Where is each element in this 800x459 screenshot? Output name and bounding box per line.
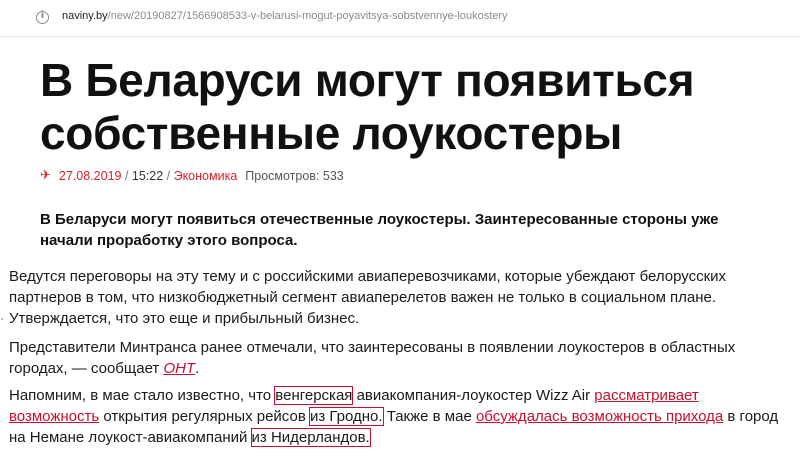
meta-separator: /: [163, 168, 174, 183]
ont-link[interactable]: ОНТ: [163, 360, 195, 377]
highlight-box: из Гродно.: [308, 407, 384, 426]
highlight-box: из Нидерландов.: [250, 428, 371, 447]
article-title: В Беларуси могут появиться собственные л…: [40, 54, 695, 159]
url-path: /new/20190827/1566908533-v-belarusi-mogu…: [107, 10, 508, 22]
paragraph-text: авиакомпания-лоукостер Wizz Air: [352, 387, 595, 404]
article-lead: В Беларуси могут появиться отечественные…: [40, 211, 719, 249]
category-link[interactable]: Экономика: [174, 169, 238, 183]
url-text[interactable]: naviny.by/new/20190827/1566908533-v-bela…: [62, 10, 508, 22]
paragraph-2: Представители Минтранса ранее отмечали, …: [9, 337, 779, 379]
paragraph-text: открытия регулярных рейсов: [99, 408, 310, 425]
paragraph-text: Представители Минтранса ранее отмечали, …: [9, 339, 736, 377]
paragraph-text: Напомним, в мае стало известно, что: [9, 387, 276, 404]
url-host: naviny.by: [62, 10, 108, 22]
paragraph-1: Ведутся переговоры на эту тему и с росси…: [9, 268, 727, 327]
site-info-icon[interactable]: [36, 10, 49, 24]
article-date: 27.08.2019: [58, 168, 122, 183]
highlight-box: венгерская: [274, 386, 354, 405]
paragraph-text: Также в мае: [382, 408, 476, 425]
paragraph-text: .: [195, 360, 200, 377]
paragraph-3: Напомним, в мае стало известно, что венг…: [9, 385, 779, 448]
views-count: Просмотров: 533: [245, 168, 344, 183]
meta-separator: /: [121, 168, 132, 183]
article-time: 15:22: [131, 168, 164, 183]
airplane-icon: ✈: [40, 168, 51, 183]
edge-mark: [1, 318, 3, 320]
article-meta: ✈ 27.08.2019 / 15:22 / Экономика Просмот…: [40, 168, 344, 183]
discussed-arrival-link[interactable]: обсуждалась возможность прихода: [476, 408, 723, 425]
browser-address-bar[interactable]: naviny.by/new/20190827/1566908533-v-bela…: [0, 0, 800, 37]
